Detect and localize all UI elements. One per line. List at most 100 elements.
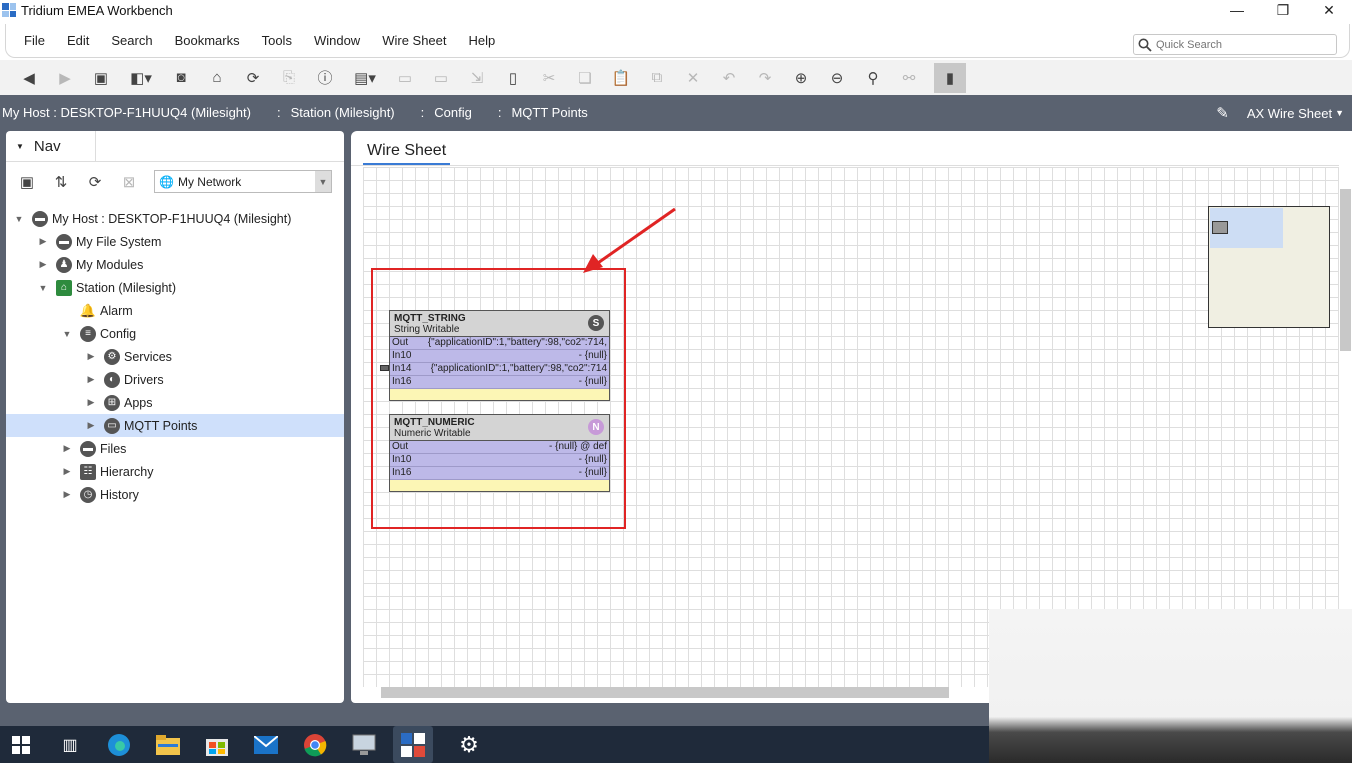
home-icon[interactable]: ⌂ [206,67,228,89]
settings-gear-icon[interactable]: ⚙ [456,732,482,758]
file-explorer-icon[interactable] [155,732,181,758]
tree-item-file-system[interactable]: ▶ ▬ My File System [6,230,344,253]
tree-item-history[interactable]: ▶ ◷ History [6,483,344,506]
refresh-icon[interactable]: ⟳ [242,67,264,89]
export-icon[interactable]: ⇲ [466,67,488,89]
collapse-arrow-icon[interactable]: ▶ [38,236,48,247]
horizontal-scrollbar[interactable] [381,687,949,698]
tree-item-station[interactable]: ▼ ⌂ Station (Milesight) [6,276,344,299]
expand-arrow-icon[interactable]: ▼ [62,329,72,339]
mail-icon[interactable] [253,732,279,758]
collapse-arrow-icon[interactable]: ▶ [86,351,96,362]
tree-item-files[interactable]: ▶ ▬ Files [6,437,344,460]
store-icon[interactable] [204,732,230,758]
tree-item-drivers[interactable]: ▶ ◐ Drivers [6,368,344,391]
slot-out[interactable]: Out - {null} @ def [390,441,609,454]
quick-search-box[interactable] [1133,34,1337,55]
copy-icon[interactable]: ❏ [574,67,596,89]
slot-in10[interactable]: In10- {null} [390,350,609,363]
tree-item-apps[interactable]: ▶ ⊞ Apps [6,391,344,414]
new-file-icon[interactable]: ▯ [502,67,524,89]
new-folder-icon[interactable]: ▣ [16,171,38,193]
menu-help[interactable]: Help [469,33,496,48]
tree-item-hierarchy[interactable]: ▶ ☷ Hierarchy [6,460,344,483]
quick-search-input[interactable] [1156,38,1326,51]
refresh-icon[interactable]: ⟳ [84,171,106,193]
menu-file[interactable]: File [24,33,45,48]
menu-search[interactable]: Search [111,33,152,48]
tree-item-host[interactable]: ▼ ▬ My Host : DESKTOP-F1HUUQ4 (Milesight… [6,207,344,230]
menu-window[interactable]: Window [314,33,360,48]
expand-arrow-icon[interactable]: ▼ [14,214,24,224]
side-bar-icon[interactable]: ◧▾ [126,67,156,89]
menu-wire-sheet[interactable]: Wire Sheet [382,33,446,48]
open-icon[interactable]: ▤▾ [350,67,380,89]
redo-icon[interactable]: ↷ [754,67,776,89]
slot-in14[interactable]: In14 {"applicationID":1,"battery":98,"co2… [390,363,609,376]
zoom-in-icon[interactable]: ⊕ [790,67,812,89]
forward-icon[interactable]: ▶ [54,67,76,89]
info-icon[interactable]: ⓘ [314,67,336,89]
task-view-icon[interactable]: ▥ [57,732,83,758]
delete-icon[interactable]: ✕ [682,67,704,89]
component-mqtt-numeric[interactable]: MQTT_NUMERIC Numeric Writable N Out - {nu… [389,414,610,492]
sort-icon[interactable]: ⇅ [50,171,72,193]
undo-icon[interactable]: ↶ [718,67,740,89]
console-icon[interactable]: ◙ [170,67,192,89]
wire-sheet-minimap[interactable] [1208,206,1330,328]
collapse-arrow-icon[interactable]: ▶ [62,466,72,477]
breadcrumb-host[interactable]: My Host : DESKTOP-F1HUUQ4 (Milesight) [2,105,251,120]
collapse-arrow-icon[interactable]: ▶ [86,397,96,408]
link-icon[interactable]: ⚯ [898,67,920,89]
wire-mode-icon[interactable]: ▮ [934,62,966,93]
slot-out[interactable]: Out {"applicationID":1,"battery":98,"co2"… [390,337,609,350]
wire-sheet-tab[interactable]: Wire Sheet [363,139,451,165]
tree-item-label: History [100,487,139,502]
edge-browser-icon[interactable] [106,732,132,758]
save-icon[interactable]: ▭ [394,67,416,89]
remote-desktop-icon[interactable] [351,732,377,758]
breadcrumb-config[interactable]: Config [434,105,472,120]
slot-in16[interactable]: In16- {null} [390,467,609,480]
nav-tab[interactable]: ▼ Nav [6,131,96,161]
chrome-icon[interactable] [302,732,328,758]
collapse-arrow-icon[interactable]: ▶ [86,420,96,431]
menu-bookmarks[interactable]: Bookmarks [175,33,240,48]
view-selector[interactable]: ✎ AX Wire Sheet ▼ [1216,104,1344,122]
network-select[interactable]: 🌐 My Network ▼ [154,170,332,193]
maximize-button[interactable]: ❐ [1260,0,1306,20]
collapse-arrow-icon[interactable]: ▶ [38,259,48,270]
breadcrumb-mqtt-points[interactable]: MQTT Points [511,105,587,120]
close-icon[interactable]: ⊠ [118,171,140,193]
history-icon[interactable]: ⎘ [278,67,300,89]
up-level-icon[interactable]: ▣ [90,67,112,89]
breadcrumb-station[interactable]: Station (Milesight) [291,105,395,120]
component-mqtt-string[interactable]: MQTT_STRING String Writable S Out {"appli… [389,310,610,401]
collapse-arrow-icon[interactable]: ▶ [62,489,72,500]
paste-icon[interactable]: 📋 [610,67,632,89]
workbench-taskbar-icon[interactable] [393,726,433,763]
vertical-scrollbar[interactable] [1340,189,1351,351]
back-icon[interactable]: ◀ [18,67,40,89]
zoom-out-icon[interactable]: ⊖ [826,67,848,89]
link-connector-icon[interactable] [380,365,389,371]
tree-item-services[interactable]: ▶ ⚙ Services [6,345,344,368]
close-button[interactable]: ✕ [1306,0,1352,20]
slot-in10[interactable]: In10- {null} [390,454,609,467]
menu-tools[interactable]: Tools [262,33,292,48]
slot-in16[interactable]: In16- {null} [390,376,609,389]
menu-edit[interactable]: Edit [67,33,89,48]
cut-icon[interactable]: ✂ [538,67,560,89]
collapse-arrow-icon[interactable]: ▶ [86,374,96,385]
tree-item-alarm[interactable]: 🔔 Alarm [6,299,344,322]
save-all-icon[interactable]: ▭ [430,67,452,89]
minimize-button[interactable]: — [1214,0,1260,20]
tree-item-mqtt-points[interactable]: ▶ ▭ MQTT Points [6,414,344,437]
tree-item-modules[interactable]: ▶ ♟ My Modules [6,253,344,276]
collapse-arrow-icon[interactable]: ▶ [62,443,72,454]
duplicate-icon[interactable]: ⧉ [646,67,668,89]
zoom-fit-icon[interactable]: ⚲ [862,67,884,89]
expand-arrow-icon[interactable]: ▼ [38,283,48,293]
windows-start-icon[interactable] [8,732,34,758]
tree-item-config[interactable]: ▼ ≡ Config [6,322,344,345]
